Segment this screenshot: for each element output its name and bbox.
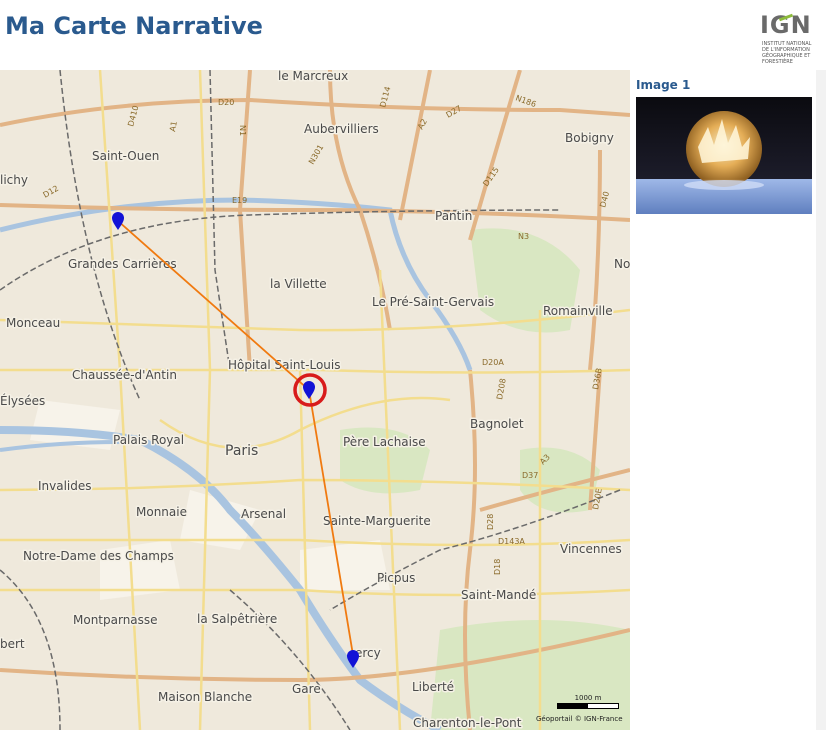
frozen-bubble-photo [636, 97, 812, 214]
place-label: Liberté [412, 680, 454, 694]
place-label: Arsenal [241, 507, 286, 521]
road-label: A1 [168, 120, 179, 132]
scale-label: 1000 m [574, 694, 602, 702]
place-label: Charenton-le-Pont [413, 716, 522, 730]
map-view[interactable]: D20 D114 D27 N186 D410 A1 N1 E19 N301 A2… [0, 70, 630, 730]
road-label: D20 [218, 98, 234, 107]
place-label: Invalides [38, 479, 92, 493]
place-label: Aubervilliers [304, 122, 379, 136]
panel-title: Image 1 [636, 78, 691, 92]
app-title: Ma Carte Narrative [5, 12, 263, 40]
road-label: D20A [482, 358, 504, 367]
road-label: E19 [232, 196, 247, 205]
header: Ma Carte Narrative IGN Institut national… [0, 0, 826, 70]
road-label: D143A [498, 537, 525, 546]
map-canvas[interactable]: D20 D114 D27 N186 D410 A1 N1 E19 N301 A2… [0, 70, 630, 730]
place-label: No [614, 257, 630, 271]
road-label: N3 [518, 232, 529, 241]
place-label: lichy [0, 173, 28, 187]
place-label: la Salpêtrière [197, 612, 277, 626]
place-label: Maison Blanche [158, 690, 252, 704]
place-label: Palais Royal [113, 433, 184, 447]
place-label: Sainte-Marguerite [323, 514, 431, 528]
place-label: Bagnolet [470, 417, 524, 431]
place-label: Chaussée-d'Antin [72, 368, 177, 382]
place-label: la Villette [270, 277, 327, 291]
page-scrollbar[interactable] [816, 70, 826, 730]
place-label: Bobigny [565, 131, 614, 145]
place-label: Saint-Ouen [92, 149, 159, 163]
place-label: le Marcreux [278, 70, 348, 83]
road-label: D37 [522, 471, 538, 480]
place-label: Gare [292, 682, 321, 696]
place-label: bert [0, 637, 25, 651]
ign-logo: IGN Institut national de l'information g… [760, 12, 814, 68]
scale-line [557, 703, 619, 709]
place-label: Notre-Dame des Champs [23, 549, 174, 563]
place-label: Monceau [6, 316, 60, 330]
place-label: Picpus [377, 571, 415, 585]
place-label: Hôpital Saint-Louis [228, 358, 340, 372]
road-label: D18 [493, 559, 502, 575]
place-label: Saint-Mandé [461, 588, 536, 602]
scale-bar: 1000 m [557, 694, 619, 714]
road-label: N1 [238, 125, 247, 136]
map-attribution: Géoportail © IGN-France [536, 715, 623, 723]
road-label: D28 [486, 514, 495, 530]
place-label: Romainville [543, 304, 613, 318]
place-label: Pantin [435, 209, 472, 223]
place-label: Père Lachaise [343, 435, 426, 449]
story-panel: Image 1 [630, 70, 826, 730]
place-label: Paris [225, 443, 258, 459]
place-label: Montparnasse [73, 613, 158, 627]
place-label: Vincennes [560, 542, 622, 556]
place-label: Monnaie [136, 505, 187, 519]
place-label: Le Pré-Saint-Gervais [372, 295, 494, 309]
logo-tagline: Institut national de l'information géogr… [762, 41, 812, 65]
story-image[interactable] [636, 97, 812, 214]
place-label: Élysées [0, 393, 45, 408]
place-label: ercy [355, 646, 381, 660]
